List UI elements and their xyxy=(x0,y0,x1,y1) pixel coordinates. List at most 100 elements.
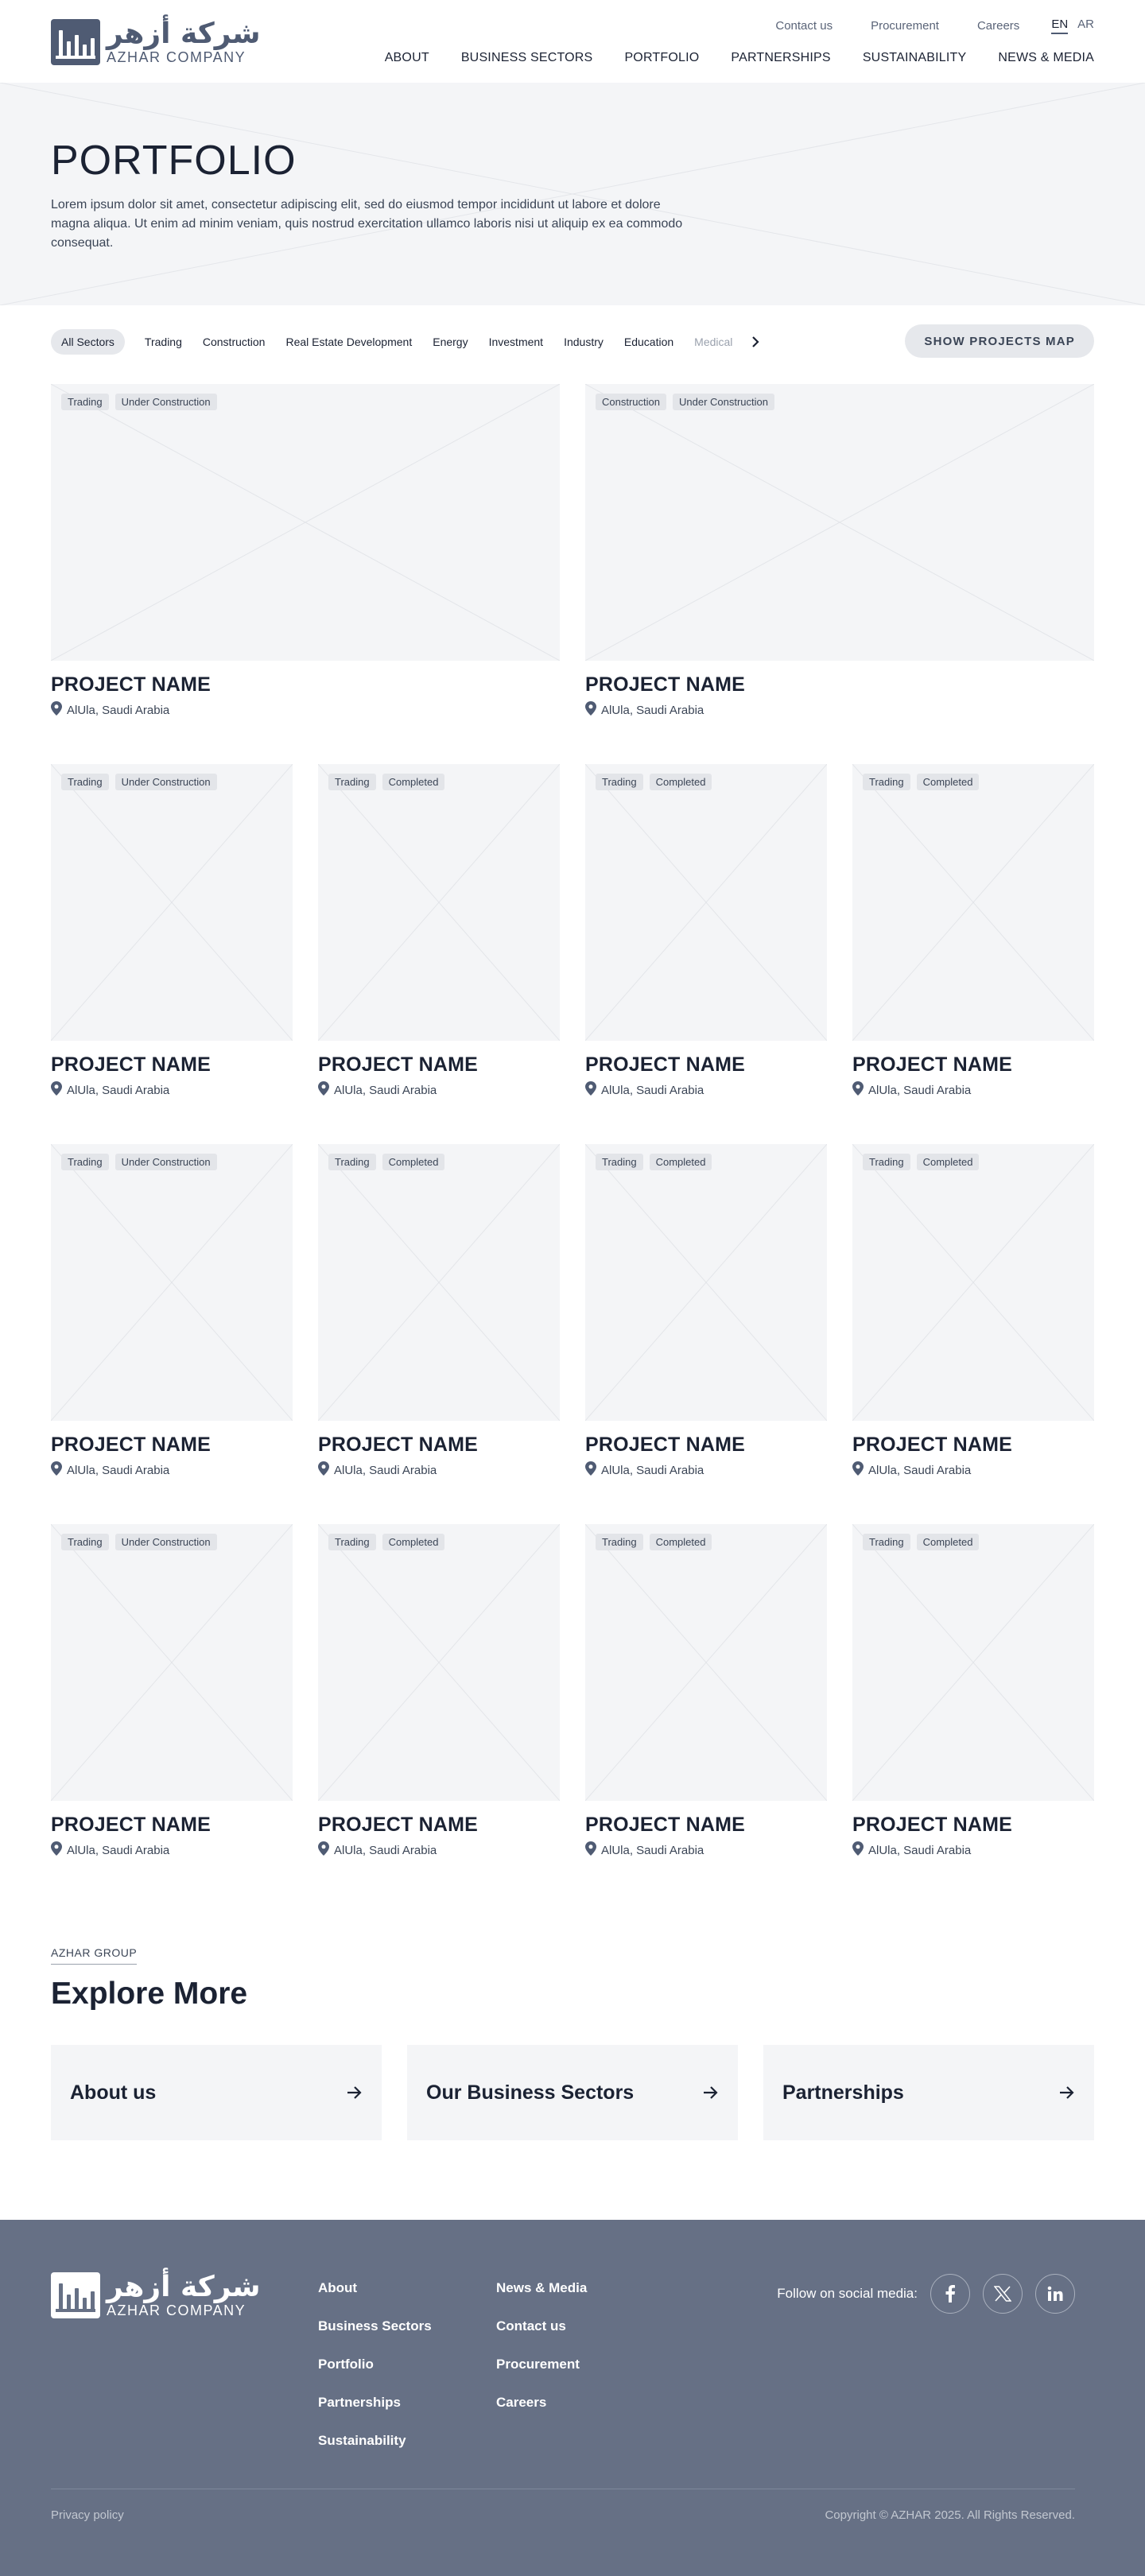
footer-link-partnerships[interactable]: Partnerships xyxy=(318,2395,432,2412)
project-card[interactable]: Trading Completed PROJECT NAME AlUla, Saudi… xyxy=(852,764,1094,1099)
utility-link-careers[interactable]: Careers xyxy=(977,19,1019,33)
project-image-placeholder[interactable]: Trading Completed xyxy=(852,764,1094,1041)
project-name[interactable]: PROJECT NAME xyxy=(585,1433,827,1457)
project-card[interactable]: Trading Under Construction PROJECT NAME AlU… xyxy=(51,1144,293,1479)
project-name[interactable]: PROJECT NAME xyxy=(585,1053,827,1077)
footer-link-about[interactable]: About xyxy=(318,2280,432,2298)
project-card[interactable]: Trading Completed PROJECT NAME AlUla, Saudi… xyxy=(318,1144,560,1479)
project-card[interactable]: Trading Completed PROJECT NAME AlUla, Saudi… xyxy=(318,764,560,1099)
utility-link-contact[interactable]: Contact us xyxy=(775,19,833,33)
project-tags: Trading Under Construction xyxy=(61,1534,217,1550)
project-image-placeholder[interactable]: Trading Under Construction xyxy=(51,1524,293,1801)
location-pin-icon xyxy=(585,1081,596,1099)
project-image-placeholder[interactable]: Trading Completed xyxy=(852,1524,1094,1801)
project-card[interactable]: Trading Completed PROJECT NAME AlUla, Saudi… xyxy=(585,764,827,1099)
project-name[interactable]: PROJECT NAME xyxy=(585,1814,827,1837)
location-pin-icon xyxy=(852,1081,864,1099)
project-image-placeholder[interactable]: Trading Under Construction xyxy=(51,384,560,661)
project-location-text: AlUla, Saudi Arabia xyxy=(334,1083,437,1097)
filter-chip-investment[interactable]: Investment xyxy=(479,329,553,355)
nav-news-media[interactable]: NEWS & MEDIA xyxy=(998,51,1094,65)
project-image-placeholder[interactable]: Trading Completed xyxy=(318,764,560,1041)
status-tag: Completed xyxy=(916,774,980,790)
footer-link-careers[interactable]: Careers xyxy=(496,2395,587,2412)
filter-chip-education[interactable]: Education xyxy=(614,329,684,355)
project-card[interactable]: Trading Under Construction PROJECT NAME AlU… xyxy=(51,384,560,719)
nav-about[interactable]: ABOUT xyxy=(385,51,429,65)
project-card[interactable]: Trading Completed PROJECT NAME AlUla, Saudi… xyxy=(852,1524,1094,1859)
project-card[interactable]: Trading Completed PROJECT NAME AlUla, Saudi… xyxy=(585,1144,827,1479)
footer-link-sustainability[interactable]: Sustainability xyxy=(318,2433,432,2450)
project-card[interactable]: Construction Under Construction PROJECT NA… xyxy=(585,384,1094,719)
location-pin-icon xyxy=(585,701,596,719)
footer-logo[interactable]: شركة أزهر AZHAR COMPANY xyxy=(51,2272,261,2318)
show-projects-map-button[interactable]: SHOW PROJECTS MAP xyxy=(905,324,1094,358)
footer-link-procurement[interactable]: Procurement xyxy=(496,2357,587,2374)
project-card[interactable]: Trading Under Construction PROJECT NAME AlU… xyxy=(51,764,293,1099)
chevron-right-icon[interactable] xyxy=(744,331,767,353)
filter-chip-energy[interactable]: Energy xyxy=(422,329,478,355)
project-name[interactable]: PROJECT NAME xyxy=(318,1814,560,1837)
explore-card-business-sectors[interactable]: Our Business Sectors xyxy=(407,2045,738,2140)
language-ar[interactable]: AR xyxy=(1077,17,1094,34)
project-name[interactable]: PROJECT NAME xyxy=(51,1053,293,1077)
project-image-placeholder[interactable]: Trading Under Construction xyxy=(51,764,293,1041)
footer-link-business-sectors[interactable]: Business Sectors xyxy=(318,2318,432,2336)
project-location-text: AlUla, Saudi Arabia xyxy=(601,703,704,717)
logo-english-text: AZHAR COMPANY xyxy=(107,2302,246,2318)
project-image-placeholder[interactable]: Trading Completed xyxy=(585,764,827,1041)
project-name[interactable]: PROJECT NAME xyxy=(51,1814,293,1837)
project-name[interactable]: PROJECT NAME xyxy=(51,1433,293,1457)
filter-chip-real-estate[interactable]: Real Estate Development xyxy=(275,329,422,355)
nav-portfolio[interactable]: PORTFOLIO xyxy=(624,51,699,65)
footer-link-portfolio[interactable]: Portfolio xyxy=(318,2357,432,2374)
hero-placeholder-pattern xyxy=(0,83,1145,305)
project-name[interactable]: PROJECT NAME xyxy=(585,673,1094,696)
project-image-placeholder[interactable]: Trading Completed xyxy=(585,1524,827,1801)
project-card[interactable]: Trading Completed PROJECT NAME AlUla, Saudi… xyxy=(585,1524,827,1859)
project-name[interactable]: PROJECT NAME xyxy=(852,1814,1094,1837)
filter-chip-medical[interactable]: Medical xyxy=(684,329,743,355)
project-image-placeholder[interactable]: Trading Completed xyxy=(318,1524,560,1801)
project-name[interactable]: PROJECT NAME xyxy=(852,1053,1094,1077)
project-name[interactable]: PROJECT NAME xyxy=(318,1433,560,1457)
filter-chip-construction[interactable]: Construction xyxy=(192,329,276,355)
footer-link-contact[interactable]: Contact us xyxy=(496,2318,587,2336)
project-location: AlUla, Saudi Arabia xyxy=(585,1461,827,1479)
filter-chip-industry[interactable]: Industry xyxy=(553,329,614,355)
explore-card-partnerships[interactable]: Partnerships xyxy=(763,2045,1094,2140)
project-image-placeholder[interactable]: Trading Completed xyxy=(852,1144,1094,1421)
status-tag: Completed xyxy=(916,1154,980,1170)
footer-link-news-media[interactable]: News & Media xyxy=(496,2280,587,2298)
project-name[interactable]: PROJECT NAME xyxy=(852,1433,1094,1457)
project-card[interactable]: Trading Completed PROJECT NAME AlUla, Saudi… xyxy=(318,1524,560,1859)
location-pin-icon xyxy=(585,1461,596,1479)
x-icon[interactable] xyxy=(983,2274,1023,2314)
project-location: AlUla, Saudi Arabia xyxy=(585,701,1094,719)
explore-card-label: Our Business Sectors xyxy=(426,2081,635,2104)
project-card[interactable]: Trading Under Construction PROJECT NAME AlU… xyxy=(51,1524,293,1859)
company-logo[interactable]: شركة أزهر AZHAR COMPANY xyxy=(51,19,261,65)
project-image-placeholder[interactable]: Trading Completed xyxy=(585,1144,827,1421)
project-name[interactable]: PROJECT NAME xyxy=(51,673,560,696)
sector-tag: Trading xyxy=(61,1534,109,1550)
project-image-placeholder[interactable]: Construction Under Construction xyxy=(585,384,1094,661)
language-en[interactable]: EN xyxy=(1051,17,1069,34)
facebook-icon[interactable] xyxy=(930,2274,970,2314)
status-tag: Completed xyxy=(649,1154,712,1170)
privacy-policy-link[interactable]: Privacy policy xyxy=(51,2508,124,2522)
filter-chip-all-sectors[interactable]: All Sectors xyxy=(51,329,125,355)
project-image-placeholder[interactable]: Trading Under Construction xyxy=(51,1144,293,1421)
nav-business-sectors[interactable]: BUSINESS SECTORS xyxy=(461,51,593,65)
linkedin-icon[interactable] xyxy=(1035,2274,1075,2314)
project-card[interactable]: Trading Completed PROJECT NAME AlUla, Saudi… xyxy=(852,1144,1094,1479)
sector-tag: Trading xyxy=(61,774,109,790)
project-name[interactable]: PROJECT NAME xyxy=(318,1053,560,1077)
nav-sustainability[interactable]: SUSTAINABILITY xyxy=(863,51,967,65)
nav-partnerships[interactable]: PARTNERSHIPS xyxy=(731,51,830,65)
project-image-placeholder[interactable]: Trading Completed xyxy=(318,1144,560,1421)
explore-card-about[interactable]: About us xyxy=(51,2045,382,2140)
filter-chip-trading[interactable]: Trading xyxy=(134,329,192,355)
project-location: AlUla, Saudi Arabia xyxy=(318,1081,560,1099)
utility-link-procurement[interactable]: Procurement xyxy=(871,19,939,33)
